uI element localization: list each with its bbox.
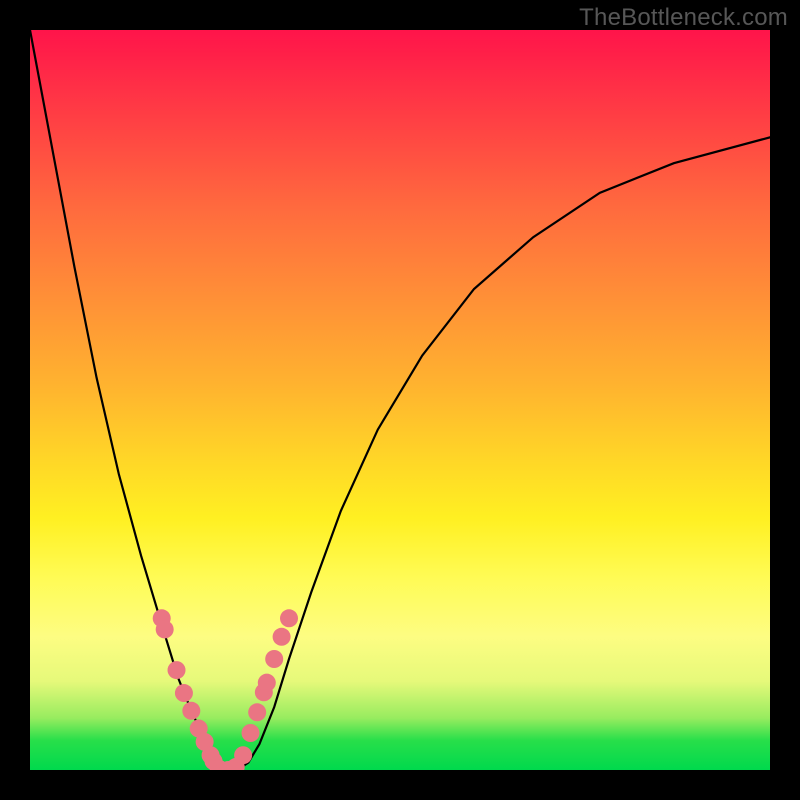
data-point xyxy=(258,674,276,692)
data-point xyxy=(175,684,193,702)
data-point xyxy=(248,703,266,721)
data-point xyxy=(273,628,291,646)
data-point xyxy=(265,650,283,668)
watermark-text: TheBottleneck.com xyxy=(579,4,788,32)
bottleneck-curve xyxy=(30,30,770,770)
data-point xyxy=(242,724,260,742)
data-point xyxy=(234,746,252,764)
data-point xyxy=(168,661,186,679)
plot-area xyxy=(30,30,770,770)
data-point xyxy=(280,609,298,627)
data-point xyxy=(182,702,200,720)
chart-frame: TheBottleneck.com xyxy=(0,0,800,800)
curve-chart xyxy=(30,30,770,770)
data-point xyxy=(156,620,174,638)
